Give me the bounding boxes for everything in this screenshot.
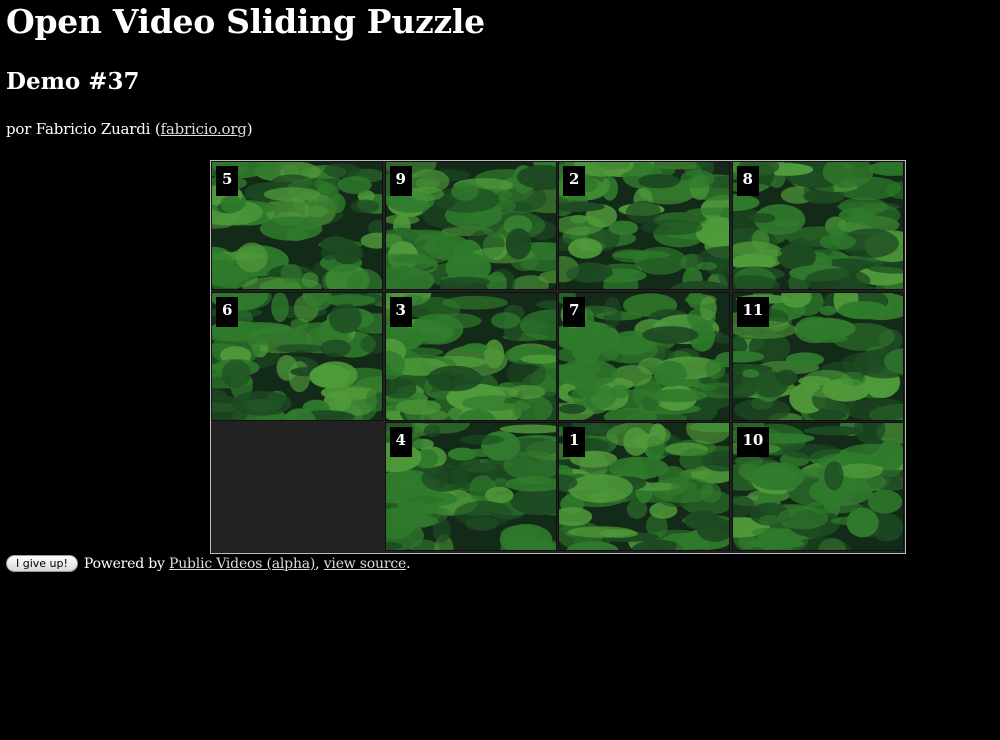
puzzle-tile-7[interactable]: 7: [558, 291, 730, 421]
puzzle-board: 5 9 2 8 6 3 7 11 4 1 10: [210, 160, 906, 554]
puzzle-tile-5[interactable]: 5: [211, 161, 383, 290]
tile-number: 7: [563, 296, 586, 327]
puzzle-tile-4[interactable]: 4: [384, 422, 557, 552]
puzzle-tile-10[interactable]: 10: [731, 422, 904, 552]
public-videos-link[interactable]: Public Videos (alpha): [169, 556, 315, 572]
author-link[interactable]: fabricio.org: [161, 120, 247, 138]
byline: por Fabricio Zuardi (fabricio.org): [6, 120, 253, 138]
tile-number: 3: [389, 296, 412, 327]
puzzle-tile-8[interactable]: 8: [731, 161, 904, 290]
tile-number: 4: [389, 427, 412, 458]
puzzle-empty-slot: [211, 422, 383, 552]
give-up-button[interactable]: I give up!: [6, 555, 78, 572]
puzzle-tile-2[interactable]: 2: [558, 161, 730, 290]
tile-number: 1: [563, 427, 586, 458]
view-source-link[interactable]: view source: [324, 556, 407, 572]
puzzle-tile-6[interactable]: 6: [211, 291, 383, 421]
puzzle-tile-11[interactable]: 11: [731, 291, 904, 421]
separator: ,: [315, 555, 320, 572]
byline-prefix: por Fabricio Zuardi (: [6, 120, 161, 138]
tile-number: 11: [736, 296, 770, 327]
tile-number: 5: [216, 166, 239, 196]
byline-suffix: ): [246, 120, 253, 138]
page-subtitle: Demo #37: [6, 68, 140, 95]
page-title: Open Video Sliding Puzzle: [6, 2, 485, 41]
tile-number: 6: [216, 296, 239, 327]
puzzle-tile-9[interactable]: 9: [384, 161, 557, 290]
tile-number: 9: [389, 166, 412, 196]
tile-number: 10: [736, 427, 770, 458]
footer: I give up! Powered by Public Videos (alp…: [6, 555, 411, 572]
puzzle-tile-3[interactable]: 3: [384, 291, 557, 421]
footer-end: .: [406, 555, 411, 572]
powered-by-label: Powered by: [83, 555, 165, 572]
tile-number: 2: [563, 166, 586, 196]
tile-number: 8: [736, 166, 759, 196]
puzzle-tile-1[interactable]: 1: [558, 422, 730, 552]
